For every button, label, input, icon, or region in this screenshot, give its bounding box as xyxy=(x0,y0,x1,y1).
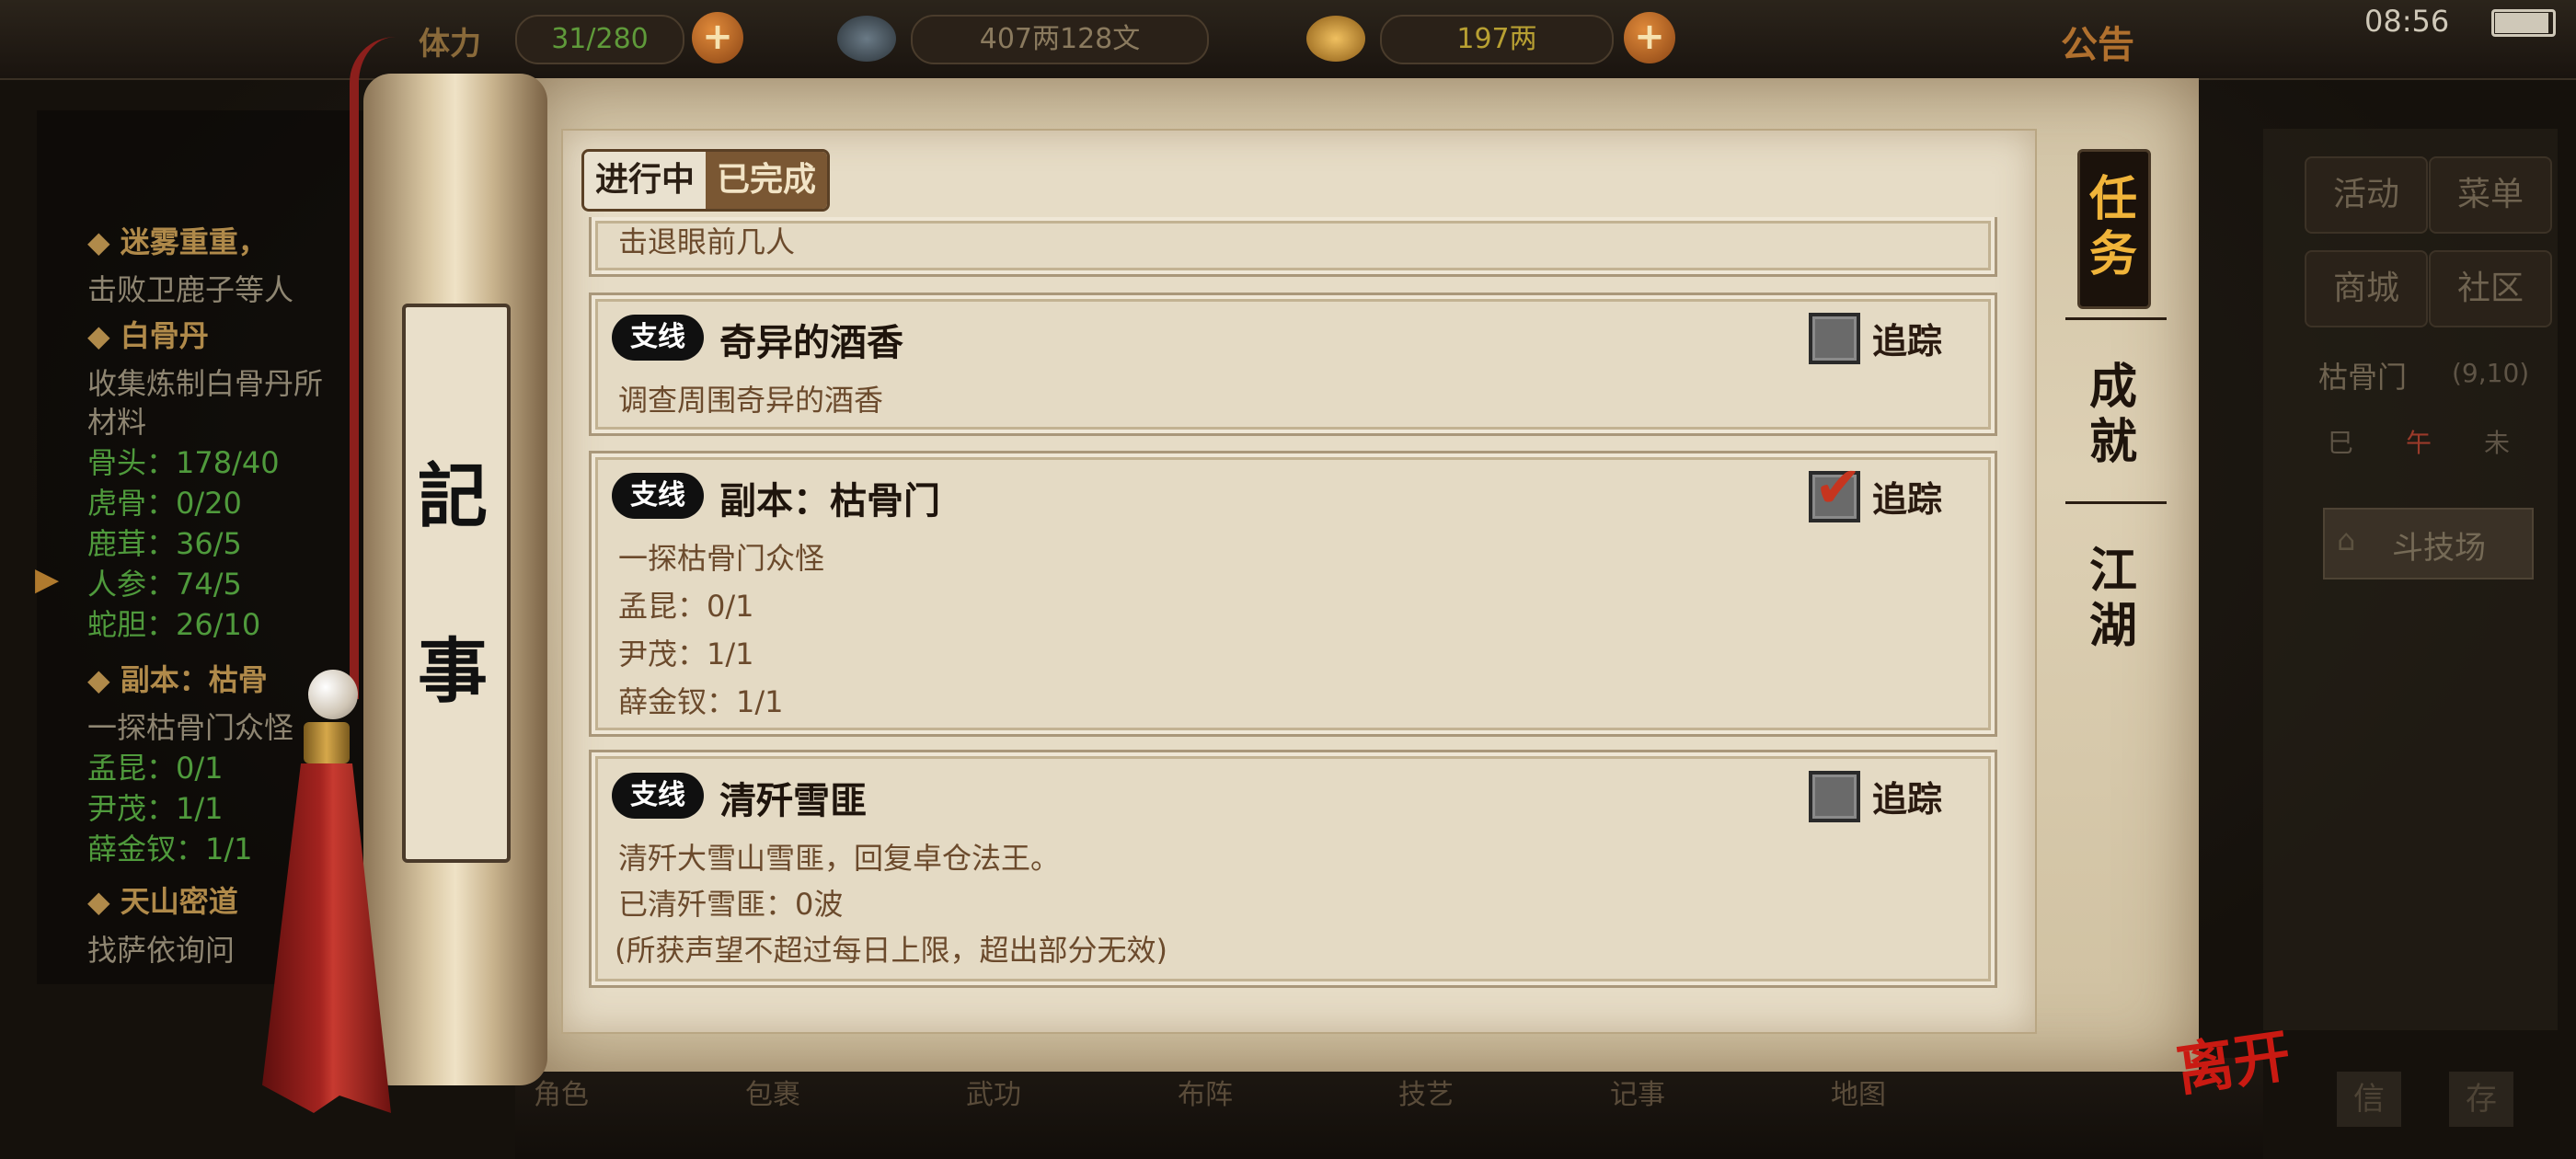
nav-map[interactable]: 地图 xyxy=(1794,1072,1923,1112)
tracker-item: 蛇胆：26/10 xyxy=(87,607,261,642)
tracker-q1-title-text: 迷雾重重， xyxy=(120,224,268,259)
tab-jianghu-char-2[interactable]: 湖 xyxy=(2081,600,2145,653)
tracker-q2-desc: 收集炼制白骨丹所 xyxy=(87,366,324,401)
add-silver-button[interactable]: + xyxy=(1624,12,1675,63)
tab-in-progress[interactable]: 进行中 xyxy=(584,152,707,209)
shop-button[interactable]: 商城 xyxy=(2305,250,2428,327)
tassel-cap xyxy=(304,722,350,763)
nav-crafts[interactable]: 技艺 xyxy=(1362,1072,1490,1112)
scroll-title-char-1: 記 xyxy=(418,455,488,537)
tracker-q2-title[interactable]: ◆ 白骨丹 xyxy=(87,313,209,355)
silver-counter: 197两 xyxy=(1380,15,1614,64)
leave-button[interactable]: 离开 xyxy=(2170,1009,2294,1107)
add-stamina-button[interactable]: + xyxy=(692,12,743,63)
tracker-q4-title[interactable]: ◆ 天山密道 xyxy=(87,878,238,921)
tracker-item: 薛金钗：1/1 xyxy=(87,832,253,866)
location-name: 枯骨门 xyxy=(2318,360,2408,395)
tracker-item: 孟昆：0/1 xyxy=(87,751,224,786)
arena-icon: ⌂ xyxy=(2337,522,2356,557)
quest-title: 清歼雪匪 xyxy=(719,780,867,822)
tab-tasks-char-1: 任 xyxy=(2088,171,2137,227)
coins-counter: 407两128文 xyxy=(911,15,1209,64)
quest-progress: 已清歼雪匪：0波 xyxy=(618,887,844,922)
quest-note: (所获声望不超过每日上限，超出部分无效) xyxy=(615,933,1167,968)
quest-title: 副本：枯骨门 xyxy=(719,480,940,522)
stamina-counter: 31/280 xyxy=(515,15,684,64)
community-button[interactable]: 社区 xyxy=(2429,250,2552,327)
arena-label: 斗技场 xyxy=(2392,530,2486,567)
quest-progress: 尹茂：1/1 xyxy=(618,637,754,671)
mail-button[interactable]: 信 xyxy=(2337,1072,2401,1127)
tracker-item: 鹿茸：36/5 xyxy=(87,526,242,561)
tracker-item: 尹茂：1/1 xyxy=(87,791,224,826)
quest-title: 奇异的酒香 xyxy=(719,322,903,364)
tracker-q2-title-text: 白骨丹 xyxy=(120,318,209,353)
time-mark-next: 未 xyxy=(2484,428,2511,458)
nav-formation[interactable]: 布阵 xyxy=(1141,1072,1270,1112)
tab-divider xyxy=(2065,501,2167,504)
quest-desc: 一探枯骨门众怪 xyxy=(618,541,825,576)
tab-completed[interactable]: 已完成 xyxy=(706,152,828,209)
quest-desc: 调查周围奇异的酒香 xyxy=(618,383,884,418)
tab-achievements[interactable]: 成 xyxy=(2081,361,2145,414)
time-mark-prev: 巳 xyxy=(2328,428,2354,458)
location-coords: (9,10) xyxy=(2452,358,2530,388)
tracker-collapse-arrow-icon[interactable]: ▶ xyxy=(35,561,59,598)
tracker-q3-title-text: 副本：枯骨 xyxy=(120,662,268,697)
tab-divider xyxy=(2065,317,2167,320)
nav-journal[interactable]: 记事 xyxy=(1573,1072,1702,1112)
track-checkbox[interactable] xyxy=(1809,771,1860,822)
silver-ingot-icon xyxy=(1306,16,1365,62)
tracker-q3-title[interactable]: ◆ 副本：枯骨 xyxy=(87,657,268,699)
scroll-title-plate xyxy=(402,304,511,863)
track-label[interactable]: 追踪 xyxy=(1872,771,1942,821)
tracker-q4-title-text: 天山密道 xyxy=(120,884,238,919)
menu-button[interactable]: 菜单 xyxy=(2429,156,2552,234)
tassel-bead xyxy=(308,670,358,719)
tracker-q3-desc: 一探枯骨门众怪 xyxy=(87,710,294,745)
quest-progress: 薛金钗：1/1 xyxy=(618,684,784,719)
quest-desc: 清歼大雪山雪匪，回复卓仓法王。 xyxy=(618,841,1061,876)
coin-pouch-icon xyxy=(837,16,896,62)
quest-type-badge: 支线 xyxy=(612,315,704,361)
quest-card-partial[interactable] xyxy=(589,217,1997,277)
tab-jianghu[interactable]: 江 xyxy=(2081,545,2145,598)
battery-level xyxy=(2495,13,2548,33)
stamina-label: 体力 xyxy=(419,26,481,63)
tracker-item: 人参：74/5 xyxy=(87,567,242,602)
track-label[interactable]: 追踪 xyxy=(1872,313,1942,363)
tracker-q4-desc: 找萨依询问 xyxy=(87,933,236,968)
quest-status-tabs: 进行中 已完成 xyxy=(581,149,831,212)
save-button[interactable]: 存 xyxy=(2449,1072,2513,1127)
quest-desc: 击退眼前几人 xyxy=(618,224,796,259)
tracker-item: 虎骨：0/20 xyxy=(87,486,242,521)
quest-type-badge: 支线 xyxy=(612,473,704,519)
nav-skills[interactable]: 武功 xyxy=(929,1072,1058,1112)
activity-button[interactable]: 活动 xyxy=(2305,156,2428,234)
tracker-q2-desc2: 材料 xyxy=(87,405,147,440)
notice-button[interactable]: 公告 xyxy=(2061,15,2134,68)
track-checkbox[interactable] xyxy=(1809,313,1860,364)
tracker-q1-desc: 击败卫鹿子等人 xyxy=(87,272,294,307)
scroll-title-char-2: 事 xyxy=(418,630,488,712)
tracker-item: 骨头：178/40 xyxy=(87,445,280,480)
tab-tasks-char-2: 务 xyxy=(2088,226,2137,282)
checkmark-icon: ✔ xyxy=(1814,453,1862,521)
nav-bag[interactable]: 包裹 xyxy=(708,1072,837,1112)
time-mark-now: 午 xyxy=(2406,428,2432,458)
tab-achievements-char-2[interactable]: 就 xyxy=(2081,416,2145,469)
quest-type-badge: 支线 xyxy=(612,773,704,819)
tracker-q1-title[interactable]: ◆ 迷雾重重， xyxy=(87,219,268,261)
quest-progress: 孟昆：0/1 xyxy=(618,589,754,624)
clock: 08:56 xyxy=(2364,4,2450,39)
track-label[interactable]: 追踪 xyxy=(1872,471,1942,522)
tassel-cord xyxy=(350,37,396,699)
